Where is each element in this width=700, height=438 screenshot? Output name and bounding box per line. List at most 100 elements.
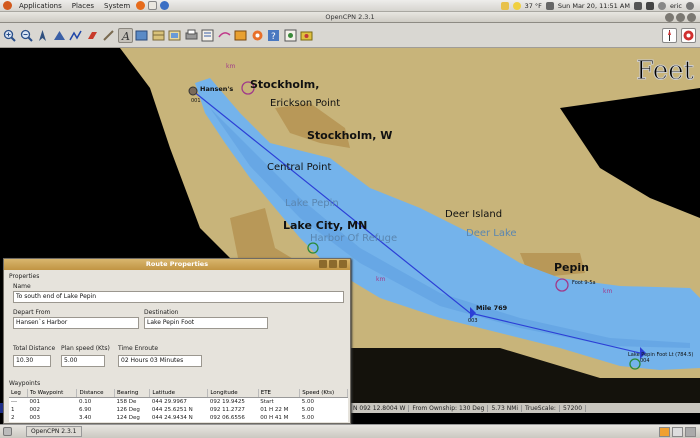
text-icon[interactable]: A	[117, 27, 133, 43]
taskbar-item-opencpn[interactable]: OpenCPN 2.3.1	[26, 426, 82, 437]
help-icon[interactable]	[160, 1, 170, 10]
places-menu[interactable]: Places	[69, 2, 97, 10]
table-cell: 158 De	[116, 399, 137, 405]
waypoint-label-mile-769[interactable]: Mile 769	[476, 304, 507, 312]
dialog-titlebar[interactable]: Route Properties	[4, 259, 350, 270]
clock[interactable]: Sun Mar 20, 11:51 AM	[558, 2, 630, 10]
light-label-foot: Foot 9-5a	[572, 280, 596, 286]
column-header[interactable]: Longitude	[207, 389, 259, 398]
table-cell: 001	[29, 399, 41, 405]
table-cell: 2	[11, 415, 15, 421]
workspace-2[interactable]	[672, 426, 683, 437]
place-label-erickson-point: Erickson Point	[270, 98, 341, 109]
table-cell: 5.00	[301, 399, 314, 405]
trash-icon[interactable]	[685, 426, 696, 437]
table-cell: Start	[260, 399, 274, 405]
dialog-minimize-button[interactable]	[319, 260, 327, 268]
svg-text:A: A	[121, 30, 130, 42]
about-icon[interactable]	[283, 28, 298, 43]
waypoints-table[interactable]: Leg To Waypoint Distance Bearing Latitud…	[9, 389, 348, 422]
table-cell: 5.00	[301, 407, 314, 413]
screenshot-icon[interactable]	[299, 28, 314, 43]
gps-status-icon[interactable]	[680, 27, 696, 43]
column-header[interactable]: Speed (Kts)	[299, 389, 348, 398]
chart-list-icon[interactable]	[134, 28, 149, 43]
total-distance-field: 10.30	[13, 355, 51, 367]
place-label-central-point: Central Point	[267, 162, 332, 173]
user-icon[interactable]	[657, 1, 666, 10]
help-icon[interactable]: ?	[266, 28, 281, 43]
username[interactable]: eric	[670, 2, 682, 10]
table-cell: 5.00	[301, 415, 314, 421]
firefox-icon[interactable]	[136, 1, 146, 10]
zoom-in-icon[interactable]	[2, 28, 17, 43]
dialog-maximize-button[interactable]	[329, 260, 337, 268]
system-menu[interactable]: System	[101, 2, 133, 10]
km-marker: km	[376, 276, 386, 283]
place-label-lake-city: Lake City, MN	[283, 219, 368, 232]
route-manager-icon[interactable]	[200, 28, 215, 43]
column-header[interactable]: Distance	[76, 389, 116, 398]
bluetooth-icon[interactable]	[645, 1, 654, 10]
scale-value: 57200	[560, 404, 587, 412]
ais-icon[interactable]	[233, 28, 248, 43]
track-icon[interactable]	[68, 28, 83, 43]
mail-indicator-icon[interactable]	[500, 1, 509, 10]
print-icon[interactable]	[184, 28, 199, 43]
window-titlebar[interactable]: OpenCPN 2.3.1	[0, 12, 700, 23]
column-header[interactable]: Bearing	[114, 389, 151, 398]
scale-label: TrueScale:	[522, 404, 560, 412]
table-cell: 003	[29, 415, 41, 421]
waypoint-label-pepin-foot[interactable]: Lake Pepin Foot Lt (784.5)	[628, 352, 693, 358]
dialog-close-button[interactable]	[339, 260, 347, 268]
column-header[interactable]: To Waypoint	[27, 389, 78, 398]
mob-icon[interactable]	[101, 28, 116, 43]
north-up-icon[interactable]	[35, 28, 50, 43]
table-row[interactable]: 2 003 3.40 124 Deg 044 24.9434 N 092 06.…	[9, 414, 348, 422]
workspace-1[interactable]	[659, 426, 670, 437]
layers-icon[interactable]	[167, 28, 182, 43]
properties-section-label: Properties	[9, 273, 40, 280]
table-cell: ---	[11, 399, 17, 405]
network-icon[interactable]	[545, 1, 554, 10]
settings-icon[interactable]	[250, 28, 265, 43]
plan-speed-field[interactable]: 5.00	[61, 355, 105, 367]
column-header[interactable]: Latitude	[149, 389, 209, 398]
destination-field[interactable]: Lake Pepin Foot	[144, 317, 268, 329]
ownship-distance: 5.73 NMi	[488, 404, 523, 412]
destination-label: Destination	[144, 309, 179, 316]
depart-from-field[interactable]: Hansen`s Harbor	[13, 317, 139, 329]
power-icon[interactable]	[686, 1, 694, 10]
maximize-button[interactable]	[676, 13, 685, 22]
column-header[interactable]: ETE	[258, 389, 301, 398]
route-properties-dialog: Route Properties Properties Name To sout…	[3, 258, 351, 424]
waypoint-id-004: 004	[640, 358, 650, 364]
minimize-button[interactable]	[665, 13, 674, 22]
waypoint-icon[interactable]	[217, 28, 232, 43]
table-cell: 3.40	[78, 415, 92, 421]
column-header[interactable]: Leg	[9, 389, 29, 398]
close-button[interactable]	[687, 13, 696, 22]
table-row[interactable]: --- 001 0.10 158 De 044 29.9967 092 19.9…	[9, 398, 348, 407]
table-row[interactable]: 1 002 6.90 126 Deg 044 25.6251 N 092 11.…	[9, 406, 348, 414]
table-cell: 002	[29, 407, 41, 413]
tide-icon[interactable]	[85, 28, 100, 43]
volume-icon[interactable]	[633, 1, 642, 10]
grid-icon[interactable]	[151, 28, 166, 43]
plan-speed-label: Plan speed (Kts)	[61, 345, 110, 352]
route-name-field[interactable]: To south end of Lake Pepin	[13, 291, 344, 303]
ownship-bearing: From Ownship: 130 Deg	[409, 404, 489, 412]
route-icon[interactable]	[52, 28, 67, 43]
show-desktop-icon[interactable]	[3, 427, 12, 436]
compass-icon[interactable]	[662, 27, 677, 43]
email-icon[interactable]	[148, 1, 158, 10]
depart-label: Depart From	[13, 309, 51, 316]
zoom-out-icon[interactable]	[19, 28, 34, 43]
waypoints-section-label: Waypoints	[9, 380, 41, 387]
applications-menu[interactable]: Applications	[16, 2, 65, 10]
svg-text:?: ?	[271, 32, 276, 42]
time-enroute-label: Time Enroute	[118, 345, 159, 352]
waypoint-label-hansens[interactable]: Hansen's	[200, 85, 233, 93]
ubuntu-logo-icon[interactable]	[3, 1, 12, 10]
toolbar: A ?	[0, 23, 700, 48]
